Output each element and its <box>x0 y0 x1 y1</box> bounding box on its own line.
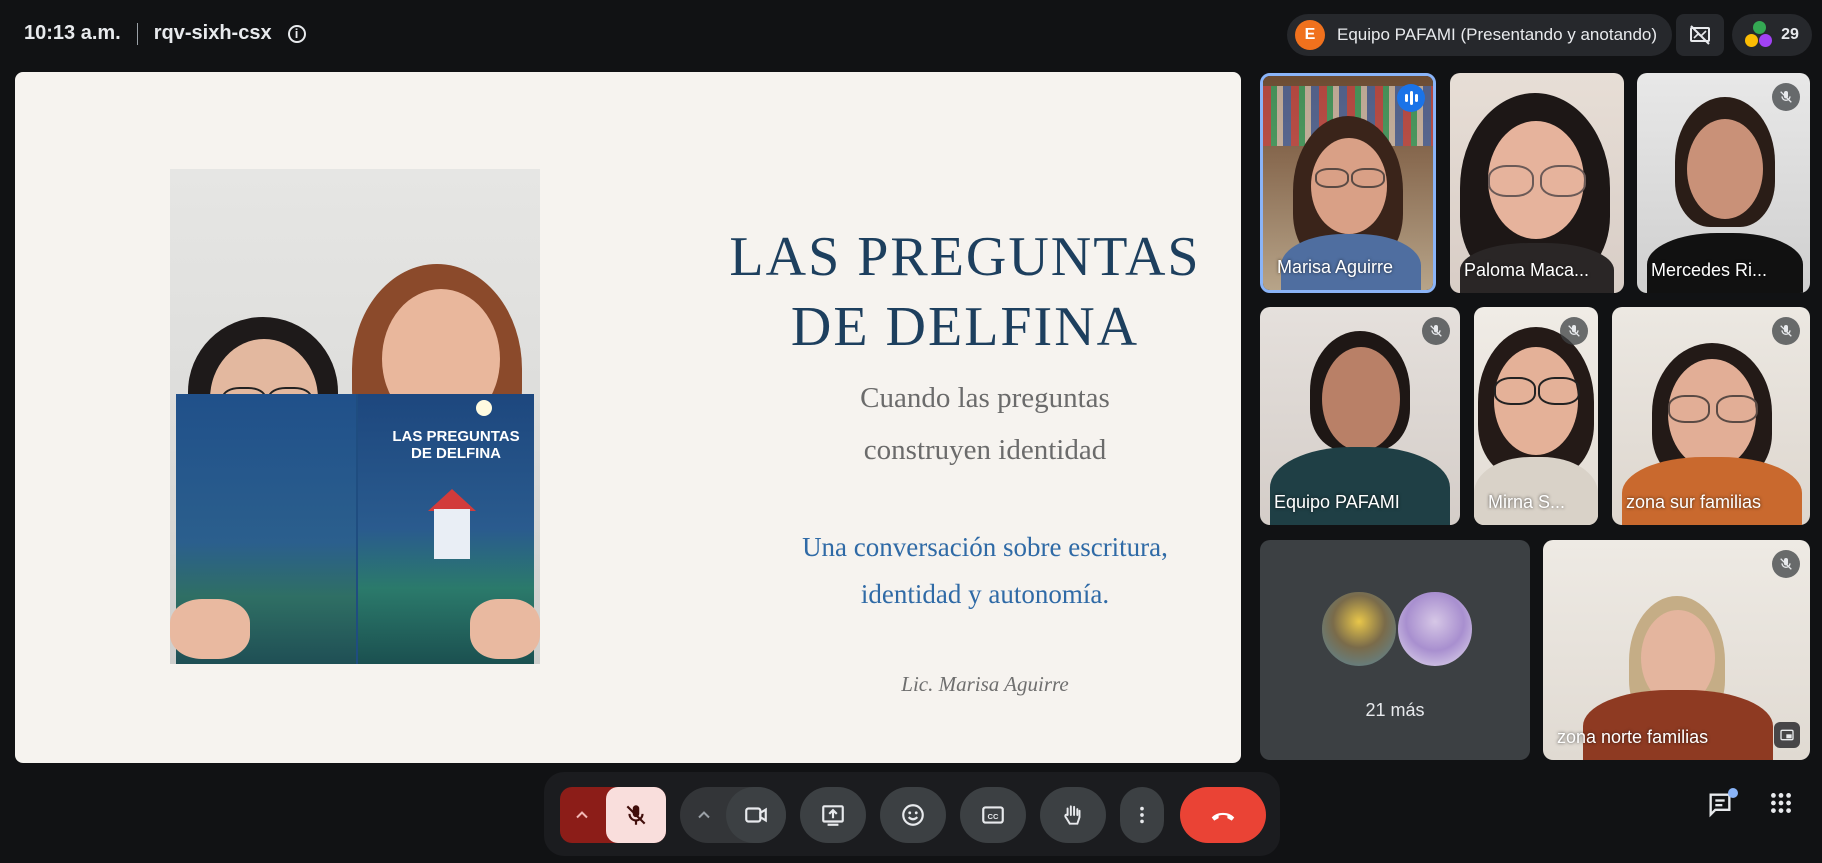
participant-name: Paloma Maca... <box>1464 260 1590 280</box>
raise-hand-icon <box>1064 805 1081 825</box>
info-icon[interactable]: i <box>287 24 306 43</box>
notification-badge <box>1728 788 1738 798</box>
participant-name: Marisa Aguirre <box>1277 257 1394 277</box>
raise-hand-button[interactable] <box>1040 787 1106 843</box>
more-participants-label: 21 más <box>1365 700 1425 720</box>
reactions-button[interactable] <box>880 787 946 843</box>
mic-off-icon <box>1772 550 1800 578</box>
chat-button[interactable] <box>1706 788 1738 820</box>
participant-tile[interactable]: Marisa Aguirre <box>1260 73 1436 293</box>
participant-name: zona norte familias <box>1557 727 1709 747</box>
speaking-indicator-icon <box>1397 84 1425 112</box>
presenter-chip[interactable]: E Equipo PAFAMI (Presentando y anotando) <box>1287 14 1672 56</box>
participant-avatar <box>1320 590 1398 668</box>
captions-button[interactable]: CC <box>960 787 1026 843</box>
participant-tile[interactable]: Mirna S... <box>1474 307 1598 525</box>
participant-tile[interactable]: Mercedes Ri... <box>1637 73 1810 293</box>
participant-tile[interactable]: Equipo PAFAMI <box>1260 307 1460 525</box>
present-screen-button[interactable] <box>800 787 866 843</box>
camera-icon <box>745 807 767 823</box>
video-options-group[interactable] <box>680 787 786 843</box>
meeting-code: rqv-sixh-csx <box>153 22 272 44</box>
mic-off-icon <box>1422 317 1450 345</box>
presentation-off-button[interactable] <box>1676 14 1724 56</box>
leave-call-button[interactable] <box>1180 787 1266 843</box>
participants-avatars-icon <box>1745 21 1775 49</box>
participant-avatar <box>1396 590 1474 668</box>
presenter-label: Equipo PAFAMI (Presentando y anotando) <box>1337 25 1658 44</box>
end-call-icon <box>1211 812 1235 821</box>
mic-off-icon <box>1560 317 1588 345</box>
participant-tile[interactable]: Paloma Maca... <box>1450 73 1624 293</box>
people-button[interactable]: 29 <box>1732 14 1812 56</box>
participant-name: zona sur familias <box>1626 492 1762 512</box>
audio-options-group[interactable] <box>560 787 666 843</box>
presentation-slide: LAS PREGUNTAS DE DELFINA LAS PREGUNTAS D… <box>15 72 1241 763</box>
presentation-off-icon <box>1690 25 1710 45</box>
top-bar: 10:13 a.m. rqv-sixh-csx i E Equipo PAFAM… <box>0 0 1822 72</box>
activities-button[interactable] <box>1768 790 1798 820</box>
picture-in-picture-icon[interactable] <box>1774 722 1800 748</box>
more-options-button[interactable] <box>1120 787 1164 843</box>
caret-up-icon[interactable] <box>694 805 714 830</box>
presenter-avatar: E <box>1295 20 1325 50</box>
mic-off-icon <box>626 805 646 825</box>
present-screen-icon <box>822 805 844 826</box>
mic-toggle-button[interactable] <box>606 787 666 843</box>
participant-name: Equipo PAFAMI <box>1274 492 1400 512</box>
book-photo: LAS PREGUNTAS DE DELFINA <box>170 169 540 664</box>
participant-name: Mirna S... <box>1488 492 1566 512</box>
book-title: LAS PREGUNTAS DE DELFINA <box>392 428 520 462</box>
activities-icon <box>1771 793 1791 813</box>
captions-icon: CC <box>982 806 1004 824</box>
participant-count: 29 <box>1781 26 1799 43</box>
participant-tile[interactable]: zona sur familias <box>1612 307 1810 525</box>
mic-off-icon <box>1772 317 1800 345</box>
slide-conversation-text: Una conversación sobre escritura, identi… <box>802 532 1168 609</box>
more-participants-tile[interactable]: 21 más <box>1260 540 1530 760</box>
caret-up-icon[interactable] <box>572 805 592 830</box>
mic-off-icon <box>1772 83 1800 111</box>
camera-toggle-button[interactable] <box>726 787 786 843</box>
svg-text:CC: CC <box>988 812 999 821</box>
slide-author: Lic. Marisa Aguirre <box>901 672 1069 696</box>
clock: 10:13 a.m. <box>24 22 121 44</box>
divider <box>136 22 138 45</box>
more-vert-icon <box>1140 806 1144 824</box>
participant-tile[interactable]: zona norte familias <box>1543 540 1810 760</box>
call-controls: CC <box>544 772 1280 856</box>
meeting-info: 10:13 a.m. rqv-sixh-csx i <box>24 22 306 45</box>
emoji-icon <box>902 804 924 826</box>
slide-title: LAS PREGUNTAS DE DELFINA <box>729 226 1201 358</box>
participant-name: Mercedes Ri... <box>1651 260 1768 280</box>
slide-subtitle: Cuando las preguntas construyen identida… <box>860 382 1110 466</box>
